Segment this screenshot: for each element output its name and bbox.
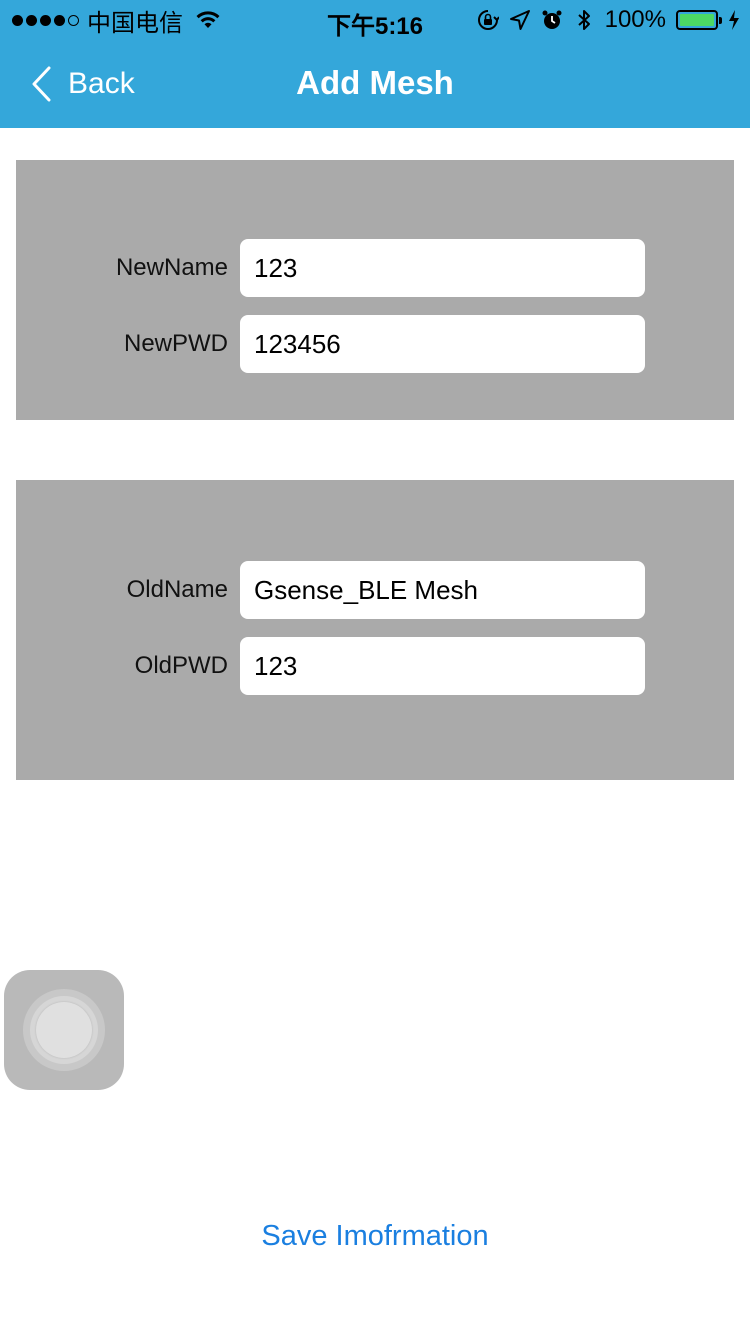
charging-bolt-icon	[729, 10, 739, 30]
old-mesh-panel: OldName Gsense_BLE Mesh OldPWD 123	[16, 480, 734, 780]
battery-level	[680, 14, 714, 26]
old-name-label: OldName	[126, 576, 228, 603]
navigation-bar: Back Add Mesh	[0, 40, 750, 128]
battery-cap	[719, 17, 722, 24]
battery-icon	[676, 10, 722, 30]
old-pwd-label: OldPWD	[134, 652, 228, 679]
new-name-row: NewName 123	[16, 239, 734, 297]
new-pwd-row: NewPWD 123456	[16, 315, 734, 373]
new-name-field[interactable]: 123	[240, 239, 645, 297]
new-pwd-label: NewPWD	[123, 330, 228, 357]
header: 中国电信 下午5:16 100% Back Add Mesh	[0, 0, 750, 128]
orientation-lock-icon	[477, 10, 499, 30]
page-title: Add Mesh	[296, 64, 454, 101]
new-mesh-panel: NewName 123 NewPWD 123456	[16, 160, 734, 420]
old-name-field[interactable]: Gsense_BLE Mesh	[240, 561, 645, 619]
location-arrow-icon	[509, 10, 530, 30]
assistive-touch-inner-circle	[36, 1002, 92, 1058]
old-pwd-field[interactable]: 123	[240, 637, 645, 695]
bluetooth-icon	[577, 10, 590, 30]
assistive-touch-icon[interactable]	[4, 970, 124, 1090]
save-information-button[interactable]: Save Imofrmation	[0, 1220, 750, 1253]
alarm-icon	[542, 10, 562, 29]
status-right: 100%	[477, 6, 740, 33]
old-pwd-row: OldPWD 123	[16, 637, 734, 695]
old-name-row: OldName Gsense_BLE Mesh	[16, 561, 734, 619]
new-pwd-field[interactable]: 123456	[240, 315, 645, 373]
battery-percentage: 100%	[604, 6, 666, 33]
status-bar: 中国电信 下午5:16 100%	[0, 0, 750, 40]
new-name-label: NewName	[115, 254, 228, 281]
